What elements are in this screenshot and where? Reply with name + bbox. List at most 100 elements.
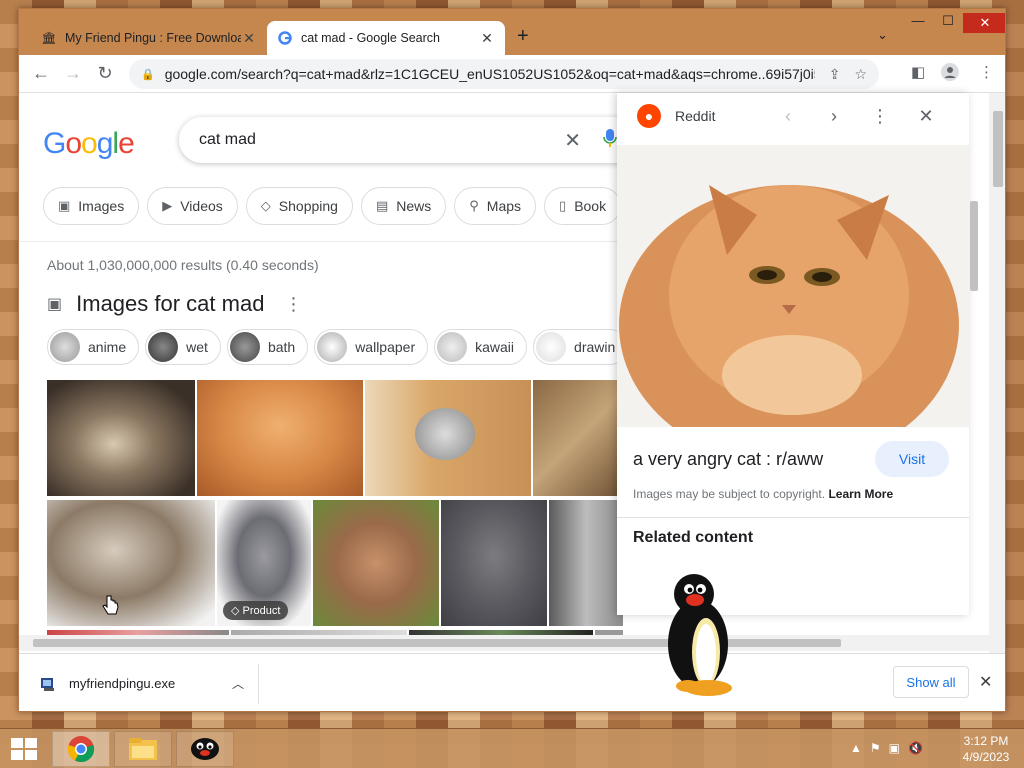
refine-wet[interactable]: wet — [145, 329, 221, 365]
reddit-logo-icon: ● — [637, 104, 661, 128]
previous-arrow-icon[interactable]: ‹ — [765, 106, 811, 127]
image-result[interactable] — [197, 380, 363, 496]
archive-icon: 🏛 — [41, 31, 57, 45]
refine-thumbnail — [437, 332, 468, 362]
chevron-up-icon[interactable]: ︿ — [232, 675, 244, 692]
clock-date: 4/9/2023 — [962, 750, 1010, 764]
pingu-desktop-pet[interactable] — [664, 574, 738, 698]
pingu-icon — [191, 738, 219, 760]
next-arrow-icon[interactable]: › — [811, 106, 857, 127]
download-filename: myfriendpingu.exe — [69, 676, 176, 691]
image-icon: ▣ — [47, 296, 63, 313]
refine-kawaii[interactable]: kawaii — [434, 329, 528, 365]
chip-images[interactable]: ▣ Images — [43, 187, 140, 225]
copyright-notice: Images may be subject to copyright. Lear… — [633, 487, 893, 501]
close-window-button[interactable]: ✕ — [963, 13, 1005, 33]
menu-kebab-icon[interactable]: ⋮ — [979, 63, 994, 81]
image-result[interactable] — [533, 380, 623, 496]
image-result[interactable]: ◇ Product — [217, 500, 311, 626]
volume-muted-icon[interactable]: 🔇 — [908, 741, 923, 755]
close-download-bar-icon[interactable]: ✕ — [979, 672, 992, 692]
image-result[interactable] — [47, 500, 215, 626]
reload-icon[interactable]: ↻ — [89, 63, 121, 84]
tab-close-icon[interactable]: ✕ — [479, 30, 495, 47]
action-center-flag-icon[interactable]: ⚑ — [870, 741, 881, 755]
image-subject — [415, 408, 475, 460]
learn-more-link[interactable]: Learn More — [828, 487, 893, 501]
tab-search-icon[interactable]: ⌄ — [877, 27, 888, 43]
clear-icon[interactable]: ✕ — [564, 128, 581, 153]
search-query[interactable]: cat mad — [199, 131, 542, 149]
taskbar-file-explorer[interactable] — [114, 731, 172, 767]
back-icon[interactable]: ← — [25, 63, 57, 84]
refine-wallpaper[interactable]: wallpaper — [314, 329, 429, 365]
taskbar-pingu-app[interactable] — [176, 731, 234, 767]
result-stats: About 1,030,000,000 results (0.40 second… — [47, 257, 319, 273]
profile-avatar-icon[interactable] — [941, 63, 959, 85]
scrollbar-thumb[interactable] — [970, 201, 978, 291]
image-result[interactable] — [313, 500, 439, 626]
download-bar: myfriendpingu.exe ︿ Show all ✕ — [19, 653, 1005, 711]
refine-drawing[interactable]: drawin — [533, 329, 629, 365]
page-vertical-scrollbar[interactable] — [989, 93, 1005, 653]
share-icon[interactable]: ⇪ — [829, 66, 841, 83]
panel-source[interactable]: Reddit — [675, 108, 765, 124]
tab-title: My Friend Pingu : Free Downloa — [65, 31, 241, 45]
google-logo[interactable]: Google — [43, 127, 135, 161]
side-panel-icon[interactable]: ◧ — [911, 63, 925, 81]
windows-start-icon[interactable] — [10, 737, 38, 761]
new-tab-button[interactable]: + — [517, 25, 529, 48]
tag-icon: ◇ — [260, 198, 271, 213]
clock-time: 3:12 PM — [963, 734, 1009, 748]
chip-label: Shopping — [278, 198, 338, 214]
search-filter-chips: ▣ Images ▶ Videos ◇ Shopping ▤ News ⚲ Maps ▯ B… — [43, 187, 622, 225]
image-refine-chips: anime wet bath wallpaper kawaii drawin — [47, 329, 629, 365]
taskbar-chrome[interactable] — [52, 731, 110, 767]
address-bar[interactable]: 🔒 google.com/search?q=cat+mad&rlz=1C1GCE… — [129, 59, 879, 89]
more-options-icon[interactable]: ⋮ — [857, 106, 903, 127]
maximize-button[interactable]: ☐ — [933, 13, 963, 29]
image-result[interactable] — [47, 380, 195, 496]
tab-strip: 🏛 My Friend Pingu : Free Downloa ✕ cat m… — [19, 9, 1005, 55]
visit-button[interactable]: Visit — [875, 441, 949, 477]
close-panel-icon[interactable]: ✕ — [903, 106, 949, 127]
chip-maps[interactable]: ⚲ Maps — [454, 187, 537, 225]
tab-pingu-download[interactable]: 🏛 My Friend Pingu : Free Downloa ✕ — [31, 21, 267, 55]
tag-icon: ◇ — [231, 605, 243, 617]
image-result[interactable] — [549, 500, 623, 626]
image-result[interactable] — [365, 380, 531, 496]
page-horizontal-scrollbar[interactable] — [19, 635, 989, 651]
taskbar-clock[interactable]: 3:12 PM 4/9/2023 — [956, 733, 1016, 765]
folder-icon — [129, 738, 157, 760]
image-result[interactable] — [441, 500, 547, 626]
lock-icon: 🔒 — [141, 68, 155, 81]
chip-news[interactable]: ▤ News — [360, 187, 447, 225]
tab-close-icon[interactable]: ✕ — [241, 30, 257, 47]
tray-expand-icon[interactable]: ▲ — [850, 741, 862, 755]
logo-letter: e — [118, 127, 135, 160]
panel-image-title[interactable]: a very angry cat : r/aww — [633, 449, 823, 470]
bookmark-star-icon[interactable]: ☆ — [854, 66, 867, 83]
chip-books[interactable]: ▯ Book — [544, 187, 622, 225]
minimize-button[interactable]: — — [903, 13, 933, 28]
chip-label: Images — [78, 198, 125, 214]
images-section-title: ▣ Images for cat mad ⋮ — [47, 291, 302, 317]
microphone-icon[interactable] — [603, 128, 617, 153]
refine-bath[interactable]: bath — [226, 329, 309, 365]
panel-header: ● Reddit ‹ › ⋮ ✕ — [617, 93, 969, 139]
forward-icon[interactable]: → — [57, 63, 89, 84]
chip-shopping[interactable]: ◇ Shopping — [245, 187, 353, 225]
network-icon[interactable]: ▣ — [889, 741, 900, 755]
chip-videos[interactable]: ▶ Videos — [147, 187, 238, 225]
preview-image[interactable] — [617, 145, 969, 427]
show-all-downloads-button[interactable]: Show all — [893, 666, 969, 698]
refine-label: bath — [267, 339, 296, 355]
refine-thumbnail — [50, 332, 80, 362]
scrollbar-thumb[interactable] — [993, 111, 1003, 187]
panel-scrollbar[interactable] — [967, 181, 981, 615]
download-item[interactable]: myfriendpingu.exe ︿ — [19, 663, 259, 704]
more-options-icon[interactable]: ⋮ — [284, 294, 302, 315]
refine-anime[interactable]: anime — [47, 329, 140, 365]
chip-label: News — [396, 198, 432, 214]
tab-google-search[interactable]: cat mad - Google Search ✕ — [267, 21, 505, 55]
